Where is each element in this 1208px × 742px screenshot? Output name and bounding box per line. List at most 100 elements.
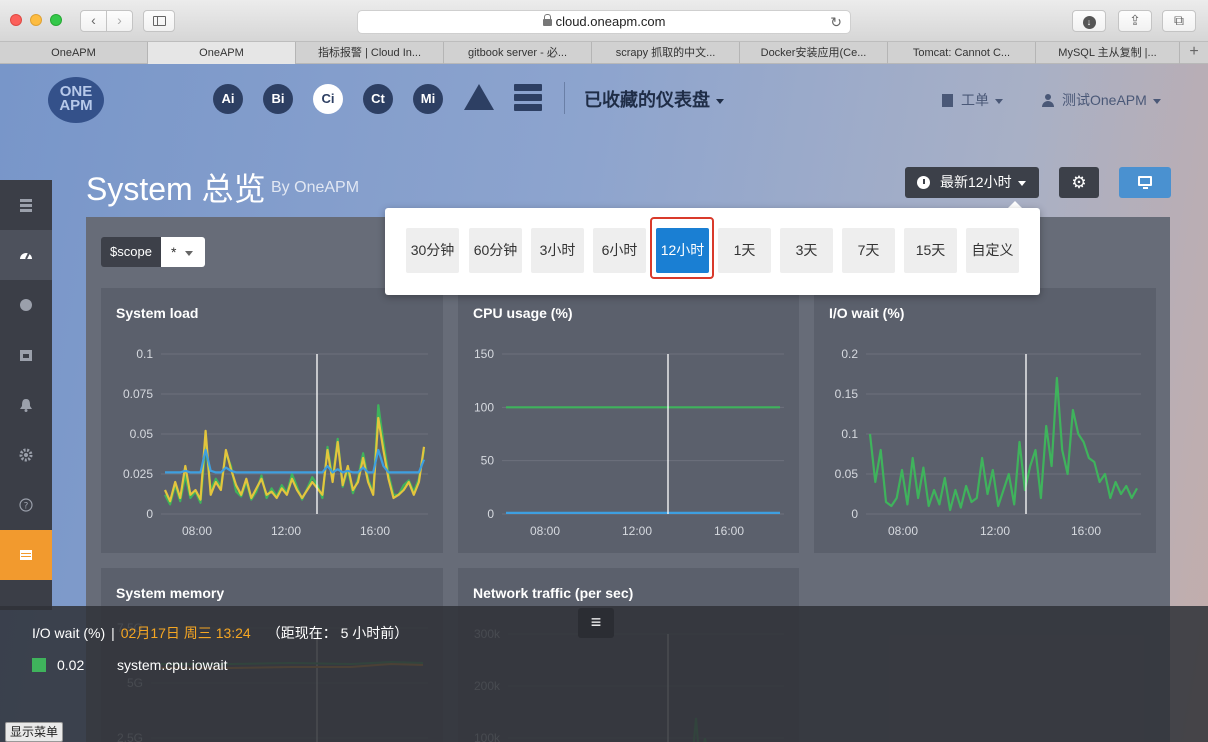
- tab-label: Docker安装应用(Ce...: [760, 47, 867, 59]
- tab-label: OneAPM: [51, 47, 96, 59]
- y-tick-label: 0: [487, 507, 494, 521]
- lock-icon: [542, 14, 552, 26]
- gear-icon: [19, 448, 33, 462]
- browser-tab[interactable]: Tomcat: Cannot C...: [888, 42, 1036, 64]
- back-button[interactable]: ‹: [80, 10, 107, 32]
- caret-down-icon: [185, 250, 194, 256]
- new-tab-button[interactable]: +: [1180, 42, 1208, 64]
- browser-tab[interactable]: scrapy 抓取的中文...: [592, 42, 740, 64]
- browser-tab[interactable]: gitbook server - 必...: [444, 42, 592, 64]
- tooltip-metric: system.cpu.iowait: [117, 657, 228, 673]
- user-name: 测试OneAPM: [1062, 92, 1147, 108]
- product-label: Bi: [271, 91, 285, 106]
- settings-button[interactable]: ⚙: [1059, 167, 1099, 198]
- share-button[interactable]: ⇪: [1118, 10, 1152, 32]
- io-wait-chart[interactable]: 0.2 0.15 0.1 0.05 0 08:00 12:00 16:00: [814, 288, 1156, 553]
- show-tabs-button[interactable]: ⧉: [1162, 10, 1196, 32]
- downloads-button[interactable]: ↓: [1072, 10, 1106, 32]
- favorite-dashboards-menu[interactable]: 已收藏的仪表盘: [584, 86, 724, 112]
- monitor-icon: [1138, 176, 1152, 189]
- sidebar-item-list[interactable]: [0, 180, 52, 230]
- oneapm-logo[interactable]: ONE APM: [48, 77, 104, 123]
- sidebar-item-settings[interactable]: [0, 430, 52, 480]
- y-tick-label: 0.05: [835, 467, 859, 481]
- bell-icon: [20, 399, 32, 412]
- range-option[interactable]: 1天: [718, 228, 771, 273]
- x-tick-label: 12:00: [622, 524, 652, 538]
- series-line: [868, 376, 1138, 512]
- user-menu[interactable]: 测试OneAPM: [1042, 90, 1161, 110]
- download-icon: ↓: [1082, 16, 1096, 29]
- scope-select[interactable]: *: [161, 237, 205, 267]
- server-icon[interactable]: [514, 84, 542, 112]
- tab-label: MySQL 主从复制 |...: [1058, 47, 1157, 59]
- workorder-menu[interactable]: 工单: [942, 90, 1003, 110]
- circle-icon: [20, 299, 32, 311]
- address-bar[interactable]: cloud.oneapm.com ↻: [357, 10, 851, 34]
- series-swatch: [32, 658, 46, 672]
- product-bi-icon[interactable]: Bi: [263, 84, 293, 114]
- browser-tab[interactable]: 指标报警 | Cloud In...: [296, 42, 444, 64]
- browser-tab-active[interactable]: OneAPM: [148, 42, 296, 64]
- caret-down-icon: [995, 98, 1003, 104]
- product-ci-icon[interactable]: Ci: [313, 84, 343, 114]
- plus-icon: +: [1189, 43, 1199, 60]
- document-icon: [942, 94, 953, 107]
- user-icon: [1042, 94, 1054, 107]
- range-option[interactable]: 30分钟: [406, 228, 459, 273]
- tv-mode-button[interactable]: [1119, 167, 1171, 198]
- close-window-button[interactable]: [10, 14, 22, 26]
- y-tick-label: 0: [851, 507, 858, 521]
- y-tick-label: 0.025: [123, 467, 153, 481]
- product-label: Ct: [371, 91, 385, 106]
- system-load-chart[interactable]: 0.1 0.075 0.05 0.025 0 08:00 12:00 16:00: [101, 288, 443, 553]
- sidebar-item-circle[interactable]: [0, 280, 52, 330]
- browser-tab[interactable]: MySQL 主从复制 |...: [1036, 42, 1180, 64]
- time-range-button[interactable]: 最新12小时: [905, 167, 1039, 198]
- product-ct-icon[interactable]: Ct: [363, 84, 393, 114]
- nav-divider: [564, 82, 565, 114]
- cpu-usage-chart[interactable]: 150 100 50 0 08:00 12:00 16:00: [458, 288, 799, 553]
- sidebar-toggle-button[interactable]: [143, 10, 175, 32]
- sidebar-item-alerts[interactable]: [0, 380, 52, 430]
- show-menu-button[interactable]: 显示菜单: [5, 722, 63, 742]
- y-tick-label: 0.15: [835, 387, 859, 401]
- product-ai-icon[interactable]: Ai: [213, 84, 243, 114]
- product-mi-icon[interactable]: Mi: [413, 84, 443, 114]
- y-tick-label: 150: [474, 347, 494, 361]
- cpu-usage-card: CPU usage (%) 150 100 50 0 08:00 12:00 16:00: [458, 288, 799, 553]
- y-tick-label: 0: [146, 507, 153, 521]
- tooltip-ago-prefix: （距现在：: [266, 625, 337, 641]
- browser-tab[interactable]: Docker安装应用(Ce...: [740, 42, 888, 64]
- logo-text: APM: [59, 97, 93, 114]
- scope-value: *: [171, 244, 177, 260]
- tooltip-separator: |: [111, 625, 115, 641]
- browser-tab[interactable]: OneAPM: [0, 42, 148, 64]
- left-sidebar: ?: [0, 180, 52, 610]
- range-option[interactable]: 自定义: [966, 228, 1019, 273]
- minimize-window-button[interactable]: [30, 14, 42, 26]
- tooltip-menu-handle[interactable]: ≡: [578, 608, 614, 638]
- alert-triangle-icon[interactable]: [464, 84, 494, 110]
- sidebar-icon: [153, 16, 166, 26]
- sidebar-item-calendar[interactable]: [0, 330, 52, 380]
- reload-icon[interactable]: ↻: [830, 11, 842, 33]
- svg-text:?: ?: [24, 502, 29, 512]
- sidebar-item-dashboard[interactable]: [0, 230, 52, 280]
- page-title: System 总览: [86, 171, 266, 207]
- range-option[interactable]: 3天: [780, 228, 833, 273]
- range-option[interactable]: 60分钟: [469, 228, 522, 273]
- range-option[interactable]: 3小时: [531, 228, 584, 273]
- range-option[interactable]: 7天: [842, 228, 895, 273]
- x-tick-label: 16:00: [360, 524, 390, 538]
- y-tick-label: 0.2: [841, 347, 858, 361]
- sidebar-item-panel[interactable]: [0, 530, 52, 580]
- y-tick-label: 0.075: [123, 387, 153, 401]
- hamburger-icon: ≡: [590, 612, 602, 632]
- forward-button[interactable]: ›: [106, 10, 133, 32]
- range-option[interactable]: 6小时: [593, 228, 646, 273]
- tab-label: scrapy 抓取的中文...: [615, 47, 716, 59]
- sidebar-item-help[interactable]: ?: [0, 480, 52, 530]
- range-option[interactable]: 15天: [904, 228, 957, 273]
- fullscreen-window-button[interactable]: [50, 14, 62, 26]
